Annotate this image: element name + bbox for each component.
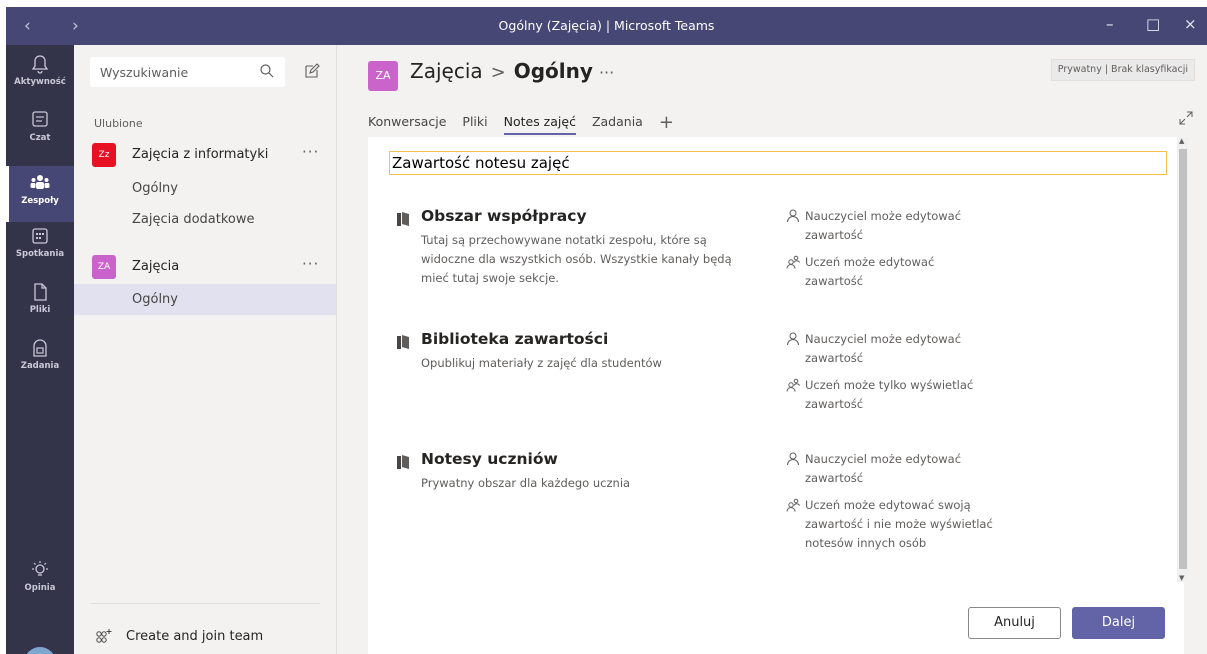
lightbulb-icon <box>32 561 48 576</box>
scroll-thumb[interactable] <box>1179 149 1187 569</box>
cancel-button[interactable]: Anuluj <box>968 607 1061 639</box>
scroll-down-icon[interactable]: ▼ <box>1179 574 1184 582</box>
app-rail: Aktywność Czat Zespoły Spotkania Pliki Z… <box>6 45 74 654</box>
rail-item-files[interactable]: Pliki <box>6 275 74 331</box>
tab-files[interactable]: Pliki <box>462 114 487 133</box>
rail-label: Spotkania <box>15 249 65 259</box>
rail-item-activity[interactable]: Aktywność <box>6 47 74 103</box>
section-title: Notesy uczniów <box>421 450 558 468</box>
teams-window: ‹ › Ogólny (Zajęcia) | Microsoft Teams –… <box>6 7 1207 654</box>
section-description: Prywatny obszar dla każdego ucznia <box>421 476 631 490</box>
channel-tabs: Konwersacje Pliki Notes zajęć Zadania + <box>368 111 674 135</box>
maximize-button[interactable]: □ <box>1146 15 1160 33</box>
rail-item-teams[interactable]: Zespoły <box>6 166 74 222</box>
rail-label: Zespoły <box>21 196 59 206</box>
section-description: Tutaj są przechowywane notatki zespołu, … <box>421 233 732 285</box>
teacher-icon <box>787 209 799 223</box>
rail-label: Opinia <box>24 583 56 593</box>
create-team-label: Create and join team <box>126 629 264 644</box>
notebook-section-icon <box>397 455 409 469</box>
window-title: Ogólny (Zajęcia) | Microsoft Teams <box>498 18 715 33</box>
section-title: Obszar współpracy <box>421 207 587 225</box>
assignments-icon <box>33 339 47 357</box>
compose-icon[interactable] <box>304 63 320 79</box>
student-icon <box>786 498 800 512</box>
search-icon[interactable] <box>259 63 275 79</box>
favorites-label: Ulubione <box>94 117 143 130</box>
chat-icon <box>32 111 48 127</box>
more-options-icon[interactable]: ··· <box>302 143 319 161</box>
team-name: Zajęcia <box>132 259 180 274</box>
section-title: Biblioteka zawartości <box>421 330 609 348</box>
more-options-icon[interactable]: ··· <box>302 255 319 273</box>
more-options-icon[interactable]: ··· <box>599 63 614 82</box>
student-icon <box>786 378 800 392</box>
permission-text: Nauczyciel może edytować zawartość <box>805 452 962 485</box>
teacher-icon <box>787 452 799 466</box>
teams-panel: Wyszukiwanie Ulubione Zz Zajęcia z infor… <box>74 45 337 654</box>
rail-item-chat[interactable]: Czat <box>6 103 74 159</box>
scrollbar[interactable]: ▲ ▼ <box>1177 137 1189 582</box>
teams-icon <box>30 175 50 189</box>
permission-text: Nauczyciel może edytować zawartość <box>805 332 962 365</box>
team-name: Zajęcia z informatyki <box>132 147 269 162</box>
notebook-setup-page: Zawartość notesu zajęć Obszar współpracy… <box>368 137 1184 654</box>
notebook-section-icon <box>397 212 409 226</box>
file-icon <box>34 283 47 301</box>
user-avatar[interactable]: PC <box>24 647 56 654</box>
tab-assignments[interactable]: Zadania <box>592 114 643 133</box>
search-placeholder: Wyszukiwanie <box>100 65 189 80</box>
rail-item-assignments[interactable]: Zadania <box>6 331 74 387</box>
channel-name: Ogólny <box>513 59 593 83</box>
rail-label: Pliki <box>29 305 51 315</box>
team-item[interactable]: Zz Zajęcia z informatyki ··· <box>74 139 336 169</box>
notebook-section-icon <box>397 335 409 349</box>
main-area: ZA Zajęcia > Ogólny ··· Prywatny | Brak kla… <box>338 45 1207 654</box>
team-badge: ZA <box>368 61 398 91</box>
search-box[interactable]: Wyszukiwanie <box>90 57 285 87</box>
close-button[interactable]: × <box>1184 15 1197 33</box>
permission-text: Uczeń może edytować swoją zawartość i ni… <box>805 498 993 550</box>
rail-item-meetings[interactable]: Spotkania <box>6 219 74 275</box>
rail-label: Aktywność <box>14 77 66 87</box>
add-team-icon <box>96 629 112 643</box>
permission-text: Nauczyciel może edytować zawartość <box>805 209 962 242</box>
channel-title: Zajęcia > Ogólny ··· <box>410 59 614 83</box>
calendar-icon <box>32 228 48 244</box>
rail-label: Czat <box>29 133 51 143</box>
channel-item-selected[interactable]: Ogólny <box>74 284 336 315</box>
next-button[interactable]: Dalej <box>1072 607 1165 639</box>
channel-name: Zajęcia dodatkowe <box>132 212 255 227</box>
bell-icon <box>31 55 49 74</box>
channel-name: Ogólny <box>132 181 178 196</box>
permission-text: Uczeń może edytować zawartość <box>805 255 935 288</box>
minimize-button[interactable]: – <box>1106 15 1114 33</box>
breadcrumb-separator: > <box>490 62 506 83</box>
team-badge: Zz <box>92 143 116 167</box>
student-icon <box>786 255 800 269</box>
team-name[interactable]: Zajęcia <box>410 59 483 83</box>
section-description: Opublikuj materiały z zajęć dla studentó… <box>421 356 662 370</box>
team-item[interactable]: ZA Zajęcia ··· <box>74 251 336 281</box>
channel-item[interactable]: Zajęcia dodatkowe <box>74 204 336 235</box>
add-tab-icon[interactable]: + <box>659 112 674 133</box>
channel-name: Ogólny <box>132 292 178 307</box>
tab-class-notebook[interactable]: Notes zajęć <box>503 114 576 135</box>
privacy-badge: Prywatny | Brak klasyfikacji <box>1050 59 1195 81</box>
channel-item[interactable]: Ogólny <box>74 173 336 204</box>
rail-item-feedback[interactable]: Opinia <box>6 553 74 609</box>
channel-header: ZA Zajęcia > Ogólny ··· Prywatny | Brak kla… <box>338 45 1207 135</box>
divider <box>90 603 320 604</box>
scroll-up-icon[interactable]: ▲ <box>1179 137 1184 145</box>
team-badge: ZA <box>92 255 116 279</box>
expand-icon[interactable] <box>1179 111 1193 125</box>
title-bar: ‹ › Ogólny (Zajęcia) | Microsoft Teams –… <box>6 7 1207 45</box>
permission-text: Uczeń może tylko wyświetlać zawartość <box>805 378 974 411</box>
tab-conversations[interactable]: Konwersacje <box>368 114 446 133</box>
rail-label: Zadania <box>20 361 60 371</box>
teacher-icon <box>787 332 799 346</box>
notebook-heading: Zawartość notesu zajęć <box>389 151 1167 175</box>
